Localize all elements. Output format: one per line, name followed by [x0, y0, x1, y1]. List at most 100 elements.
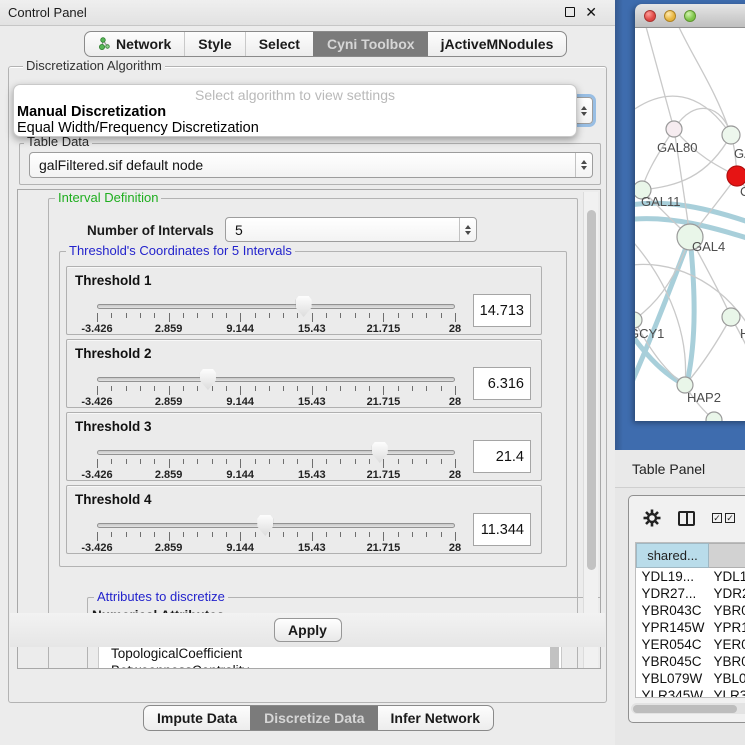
column-header-name[interactable]: na	[709, 544, 745, 568]
table-horizontal-scrollbar[interactable]	[631, 703, 745, 714]
viewport-scrollbar[interactable]	[583, 192, 598, 668]
tab-select[interactable]: Select	[245, 32, 313, 56]
tick-mark	[111, 386, 112, 391]
close-traffic-light-icon[interactable]	[644, 10, 656, 22]
threshold-value-input[interactable]	[473, 367, 531, 400]
slider-track[interactable]	[97, 523, 455, 528]
discretization-algorithm-group: Discretization Algorithm Table Data galF…	[8, 66, 607, 703]
slider-track[interactable]	[97, 304, 455, 309]
table-row[interactable]: YDR27...YDR2	[637, 585, 745, 602]
attribute-list-item[interactable]: TopologicalCoefficient	[99, 645, 561, 662]
table-data-combobox[interactable]: galFiltered.sif default node	[29, 152, 593, 178]
network-node[interactable]	[722, 308, 740, 326]
dropdown-placeholder-item[interactable]: Select algorithm to view settings	[14, 87, 576, 104]
group-title-attributes: Attributes to discretize	[94, 590, 228, 604]
float-window-icon[interactable]	[565, 7, 575, 17]
tick-label: 28	[449, 469, 461, 481]
checkbox-icon: ✓	[725, 513, 735, 523]
threshold-slider[interactable]: -3.4262.8599.14415.4321.71528	[97, 340, 455, 409]
tick-label: 15.43	[298, 323, 326, 335]
tab-network[interactable]: Network	[85, 32, 184, 56]
minimize-traffic-light-icon[interactable]	[664, 10, 676, 22]
tick-label: 9.144	[226, 542, 254, 554]
slider-track[interactable]	[97, 377, 455, 382]
table-cell[interactable]: YER054C	[637, 636, 709, 653]
tick-label: -3.426	[81, 542, 112, 554]
dropdown-option-manual-discretization[interactable]: Manual Discretization	[14, 104, 576, 120]
slider-tick-labels: -3.4262.8599.14415.4321.71528	[97, 469, 455, 481]
combo-stepper-icon[interactable]	[459, 218, 476, 241]
tick-mark	[297, 459, 298, 464]
table-row[interactable]: YBR045CYBR0	[637, 653, 745, 670]
threshold-value-input[interactable]	[473, 513, 531, 546]
table-row[interactable]: YBL079WYBL0	[637, 670, 745, 687]
tab-jactivemnodules[interactable]: jActiveMNodules	[428, 32, 567, 56]
slider-track[interactable]	[97, 450, 455, 455]
tick-mark	[126, 532, 127, 537]
network-window: GAL80 GA C GAL11 GAL4 GCY1 H HAP2	[635, 4, 745, 421]
network-node[interactable]	[722, 126, 740, 144]
table-row[interactable]: YLR345WYLR3	[637, 687, 745, 699]
threshold-value-input[interactable]	[473, 440, 531, 473]
tick-mark	[111, 532, 112, 537]
table-cell[interactable]: YBR0	[709, 602, 745, 619]
viewport-scrollbar-thumb[interactable]	[587, 210, 596, 570]
split-panel-icon[interactable]	[678, 511, 695, 526]
table-cell[interactable]: YLR345W	[637, 687, 709, 699]
close-icon[interactable]: ✕	[585, 6, 597, 18]
table-cell[interactable]: YLR3	[709, 687, 745, 699]
table-cell[interactable]: YPR145W	[637, 619, 709, 636]
combo-stepper-icon[interactable]	[575, 98, 592, 123]
attribute-list-item[interactable]: BetweennessCentrality	[99, 662, 561, 669]
network-node[interactable]	[666, 121, 682, 137]
network-node[interactable]	[706, 412, 722, 421]
zoom-traffic-light-icon[interactable]	[684, 10, 696, 22]
network-node-label: C	[740, 184, 745, 199]
table-row[interactable]: YER054CYER0	[637, 636, 745, 653]
table-cell[interactable]: YBR043C	[637, 602, 709, 619]
threshold-slider[interactable]: -3.4262.8599.14415.4321.71528	[97, 413, 455, 482]
number-of-intervals-combobox[interactable]: 5	[225, 217, 477, 242]
table-cell[interactable]: YER0	[709, 636, 745, 653]
tick-mark	[183, 313, 184, 318]
threshold-slider[interactable]: -3.4262.8599.14415.4321.71528	[97, 267, 455, 336]
table-cell[interactable]: YPR1	[709, 619, 745, 636]
gear-icon[interactable]	[643, 509, 661, 527]
table-cell[interactable]: YDR2	[709, 585, 745, 602]
table-cell[interactable]: YBL0	[709, 670, 745, 687]
tick-mark	[212, 459, 213, 464]
tick-mark	[240, 386, 241, 395]
dropdown-option-equal-width-frequency[interactable]: Equal Width/Frequency Discretization	[14, 120, 576, 136]
threshold-slider[interactable]: -3.4262.8599.14415.4321.71528	[97, 486, 455, 555]
table-cell[interactable]: YBR0	[709, 653, 745, 670]
table-cell[interactable]: YDR27...	[637, 585, 709, 602]
tick-mark	[283, 532, 284, 537]
apply-button[interactable]: Apply	[274, 618, 342, 642]
table-cell[interactable]: YDL1	[709, 568, 745, 585]
threshold-value-input[interactable]	[473, 294, 531, 327]
tab-discretize-data[interactable]: Discretize Data	[250, 706, 377, 730]
column-header-shared-name[interactable]: shared...	[637, 544, 709, 568]
combo-stepper-icon[interactable]	[575, 153, 592, 177]
tick-mark	[412, 386, 413, 391]
tab-label: Style	[198, 36, 231, 52]
algorithm-dropdown-popup: Select algorithm to view settings Manual…	[13, 84, 577, 137]
table-row[interactable]: YBR043CYBR0	[637, 602, 745, 619]
apply-row: Apply	[10, 613, 605, 647]
tick-mark	[312, 313, 313, 322]
tab-impute-data[interactable]: Impute Data	[144, 706, 250, 730]
tick-mark	[269, 459, 270, 464]
table-hscrollbar-thumb[interactable]	[633, 705, 737, 713]
tab-infer-network[interactable]: Infer Network	[378, 706, 493, 730]
table-cell[interactable]: YBR045C	[637, 653, 709, 670]
table-row[interactable]: YPR145WYPR1	[637, 619, 745, 636]
table-cell[interactable]: YDL19...	[637, 568, 709, 585]
network-node-selected[interactable]	[727, 166, 745, 186]
tab-style[interactable]: Style	[184, 32, 244, 56]
select-columns-icon[interactable]: ✓ ✓	[712, 513, 735, 523]
table-cell[interactable]: YBL079W	[637, 670, 709, 687]
tab-cyni-toolbox[interactable]: Cyni Toolbox	[313, 32, 428, 56]
tab-label: Cyni Toolbox	[327, 36, 415, 52]
table-row[interactable]: YDL19...YDL1	[637, 568, 745, 585]
network-canvas[interactable]: GAL80 GA C GAL11 GAL4 GCY1 H HAP2	[635, 28, 745, 421]
